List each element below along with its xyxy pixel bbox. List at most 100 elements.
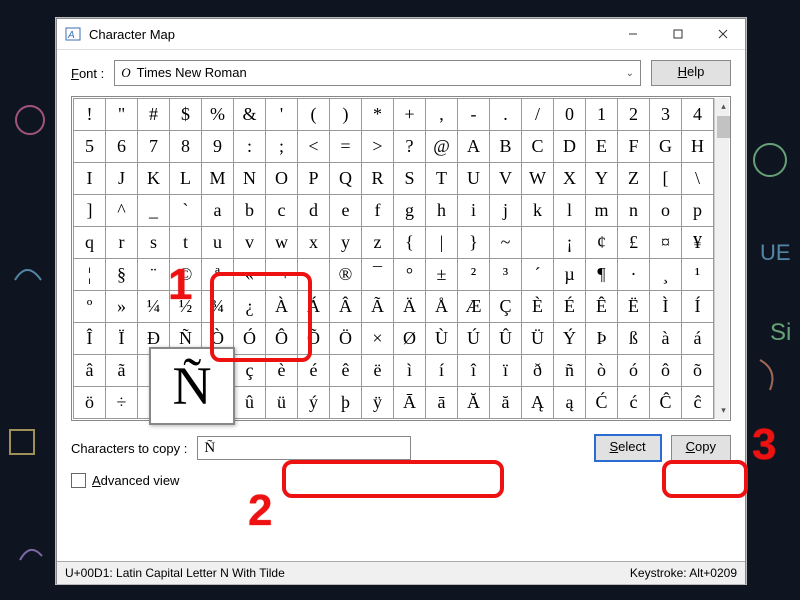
char-cell[interactable]: ® <box>330 259 362 291</box>
char-cell[interactable]: a <box>202 195 234 227</box>
char-cell[interactable]: e <box>330 195 362 227</box>
char-cell[interactable]: ± <box>426 259 458 291</box>
char-cell[interactable]: H <box>682 131 714 163</box>
char-cell[interactable]: ` <box>170 195 202 227</box>
scrollbar[interactable]: ▴ ▾ <box>714 98 729 419</box>
char-cell[interactable]: ¹ <box>682 259 714 291</box>
titlebar[interactable]: A Character Map <box>57 19 745 50</box>
char-cell[interactable]: \ <box>682 163 714 195</box>
char-cell[interactable]: ë <box>362 355 394 387</box>
char-cell[interactable]: § <box>106 259 138 291</box>
char-cell[interactable]: } <box>458 227 490 259</box>
char-cell[interactable]: Ć <box>586 387 618 419</box>
char-cell[interactable]: È <box>522 291 554 323</box>
char-cell[interactable]: ^ <box>106 195 138 227</box>
char-cell[interactable]: T <box>426 163 458 195</box>
char-cell[interactable]: 5 <box>74 131 106 163</box>
char-cell[interactable]: ° <box>394 259 426 291</box>
char-cell[interactable]: Ą <box>522 387 554 419</box>
char-cell[interactable]: ą <box>554 387 586 419</box>
char-cell[interactable]: b <box>234 195 266 227</box>
char-cell[interactable]: Ì <box>650 291 682 323</box>
char-cell[interactable]: ( <box>298 99 330 131</box>
char-cell[interactable]: Q <box>330 163 362 195</box>
char-cell[interactable]: s <box>138 227 170 259</box>
char-cell[interactable]: ~ <box>490 227 522 259</box>
char-cell[interactable]: Ó <box>234 323 266 355</box>
char-cell[interactable]: ¶ <box>586 259 618 291</box>
scroll-down-icon[interactable]: ▾ <box>715 402 732 419</box>
char-cell[interactable]: z <box>362 227 394 259</box>
char-cell[interactable]: / <box>522 99 554 131</box>
char-cell[interactable]: ô <box>650 355 682 387</box>
char-cell[interactable]: ¢ <box>586 227 618 259</box>
char-cell[interactable]: Í <box>682 291 714 323</box>
char-cell[interactable]: í <box>426 355 458 387</box>
char-cell[interactable]: ) <box>330 99 362 131</box>
char-cell[interactable]: 8 <box>170 131 202 163</box>
char-cell[interactable]: . <box>490 99 522 131</box>
char-cell[interactable]: » <box>106 291 138 323</box>
char-cell[interactable]: x <box>298 227 330 259</box>
char-cell[interactable]: Ë <box>618 291 650 323</box>
char-cell[interactable]: = <box>330 131 362 163</box>
char-cell[interactable]: û <box>234 387 266 419</box>
char-cell[interactable]: Ï <box>106 323 138 355</box>
char-cell[interactable]: Ă <box>458 387 490 419</box>
char-cell[interactable]: Y <box>586 163 618 195</box>
char-cell[interactable]: ¯ <box>362 259 394 291</box>
advanced-view-label[interactable]: Advanced view <box>92 473 179 488</box>
char-cell[interactable]: r <box>106 227 138 259</box>
char-cell[interactable]: Ã <box>362 291 394 323</box>
char-cell[interactable]: î <box>458 355 490 387</box>
char-cell[interactable]: L <box>170 163 202 195</box>
char-cell[interactable]: C <box>522 131 554 163</box>
char-cell[interactable]: X <box>554 163 586 195</box>
char-cell[interactable]: ÿ <box>362 387 394 419</box>
char-cell[interactable]: p <box>682 195 714 227</box>
char-cell[interactable]: ¼ <box>138 291 170 323</box>
char-cell[interactable]: ă <box>490 387 522 419</box>
char-cell[interactable]: | <box>426 227 458 259</box>
char-cell[interactable]: ã <box>106 355 138 387</box>
char-cell[interactable]: ¨ <box>138 259 170 291</box>
char-cell[interactable]: " <box>106 99 138 131</box>
char-cell[interactable]: ¤ <box>650 227 682 259</box>
char-cell[interactable]: © <box>170 259 202 291</box>
char-cell[interactable]: ÷ <box>106 387 138 419</box>
char-cell[interactable]: ¡ <box>554 227 586 259</box>
char-cell[interactable]: g <box>394 195 426 227</box>
scroll-thumb[interactable] <box>717 116 730 138</box>
char-cell[interactable]: W <box>522 163 554 195</box>
char-cell[interactable]: ­ <box>298 259 330 291</box>
char-cell[interactable]: á <box>682 323 714 355</box>
scroll-up-icon[interactable]: ▴ <box>715 98 732 115</box>
char-cell[interactable]: D <box>554 131 586 163</box>
char-cell[interactable]: : <box>234 131 266 163</box>
char-cell[interactable]: * <box>362 99 394 131</box>
char-cell[interactable]: ö <box>74 387 106 419</box>
char-cell[interactable]: % <box>202 99 234 131</box>
char-cell[interactable]: Ú <box>458 323 490 355</box>
char-cell[interactable]: à <box>650 323 682 355</box>
char-cell[interactable]: Ç <box>490 291 522 323</box>
char-cell[interactable]: ¬ <box>266 259 298 291</box>
char-cell[interactable]: y <box>330 227 362 259</box>
char-cell[interactable]: À <box>266 291 298 323</box>
char-cell[interactable]: I <box>74 163 106 195</box>
char-cell[interactable]: ¿ <box>234 291 266 323</box>
char-cell[interactable]: V <box>490 163 522 195</box>
char-cell[interactable]: õ <box>682 355 714 387</box>
char-cell[interactable]: ò <box>586 355 618 387</box>
char-cell[interactable]: Z <box>618 163 650 195</box>
char-cell[interactable]: £ <box>618 227 650 259</box>
char-cell[interactable]: G <box>650 131 682 163</box>
char-cell[interactable]: è <box>266 355 298 387</box>
char-cell[interactable]: ā <box>426 387 458 419</box>
char-cell[interactable]: Ø <box>394 323 426 355</box>
char-cell[interactable]: Õ <box>298 323 330 355</box>
char-cell[interactable]: + <box>394 99 426 131</box>
char-cell[interactable]: M <box>202 163 234 195</box>
char-cell[interactable]: Ù <box>426 323 458 355</box>
char-cell[interactable]: º <box>74 291 106 323</box>
